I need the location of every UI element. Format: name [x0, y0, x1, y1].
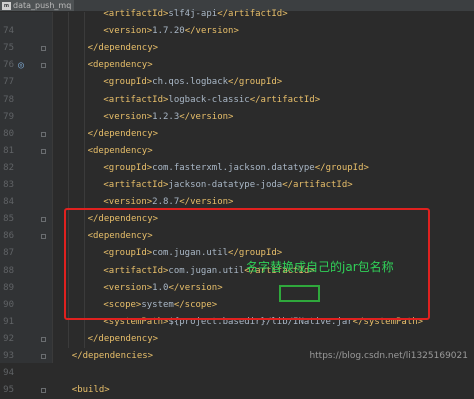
- tab-label: data_push_mq: [13, 1, 72, 10]
- gutter-separator: [52, 12, 53, 363]
- xml-text: 2.8.7: [152, 197, 180, 208]
- line-number: 86: [3, 231, 14, 242]
- fold-marker-icon[interactable]: [41, 46, 46, 52]
- line-number: 81: [3, 145, 14, 156]
- xml-text: slf4j-api: [168, 9, 218, 19]
- fold-marker-icon[interactable]: [41, 148, 46, 154]
- xml-open-tag: <artifactId>: [103, 180, 169, 190]
- code-line: <artifactId>slf4j-api</artifactId>: [103, 6, 287, 23]
- line-number: 79: [3, 111, 14, 122]
- xml-close-tag: </groupId>: [228, 77, 283, 88]
- xml-open-tag: </dependencies>: [71, 351, 154, 361]
- line-number: 82: [3, 162, 14, 173]
- jar-name-highlight-box: [279, 285, 320, 302]
- code-line: <version>1.7.20</version>: [103, 23, 238, 40]
- xml-open-tag: <version>: [103, 111, 153, 122]
- line-number: 93: [3, 351, 14, 361]
- xml-open-tag: <version>: [103, 197, 153, 208]
- xml-open-tag: </dependency>: [87, 333, 159, 344]
- fold-marker-icon[interactable]: [41, 234, 46, 240]
- annotation-text: 名字替换成自己的jar包名称: [246, 260, 394, 274]
- xml-text: ch.qos.logback: [152, 77, 229, 88]
- line-number: 80: [3, 128, 14, 139]
- code-line: </dependency>: [88, 126, 158, 143]
- xml-open-tag: <dependency>: [87, 145, 153, 156]
- line-number: 92: [3, 333, 14, 344]
- line-number: 84: [3, 197, 14, 208]
- code-line: </dependency>: [88, 331, 158, 348]
- code-line: <groupId>com.fasterxml.jackson.datatype<…: [103, 160, 369, 177]
- line-number: 87: [3, 248, 14, 259]
- code-line: <build>: [72, 382, 110, 399]
- xml-open-tag: <groupId>: [103, 162, 153, 173]
- xml-close-tag: </version>: [179, 197, 234, 208]
- xml-text: 1.7.20: [152, 26, 185, 37]
- watermark: https://blog.csdn.net/li1325169021: [309, 351, 468, 361]
- override-marker-icon[interactable]: ◎: [18, 57, 24, 74]
- code-line: </dependencies>: [72, 348, 153, 365]
- xml-close-tag: </artifactId>: [249, 94, 321, 105]
- xml-open-tag: <groupId>: [103, 77, 153, 88]
- code-line: <dependency>: [88, 143, 153, 160]
- xml-text: 1.2.3: [152, 111, 180, 122]
- code-line: </dependency>: [88, 40, 158, 57]
- xml-open-tag: <dependency>: [87, 60, 153, 71]
- xml-open-tag: <version>: [103, 26, 153, 37]
- line-number: 91: [3, 316, 14, 327]
- fold-marker-icon[interactable]: [41, 217, 46, 223]
- line-number: 76: [3, 60, 14, 71]
- xml-open-tag: <build>: [71, 385, 110, 396]
- line-number: [0, 6, 14, 23]
- line-number: 94: [3, 368, 14, 379]
- xml-close-tag: </groupId>: [314, 162, 369, 173]
- code-line: <version>1.2.3</version>: [103, 109, 233, 126]
- line-number: 85: [3, 214, 14, 225]
- fold-marker-icon[interactable]: [41, 336, 46, 342]
- line-number: 89: [3, 282, 14, 293]
- fold-marker-icon[interactable]: [41, 63, 46, 69]
- fold-marker-icon[interactable]: [41, 131, 46, 137]
- line-number: 78: [3, 94, 14, 105]
- xml-close-tag: </artifactId>: [217, 9, 288, 19]
- xml-close-tag: </version>: [179, 111, 234, 122]
- code-line: <dependency>: [88, 57, 153, 74]
- fold-marker-icon[interactable]: [41, 354, 46, 359]
- xml-open-tag: </dependency>: [87, 43, 159, 54]
- line-number: 95: [3, 385, 14, 396]
- line-number: 88: [3, 265, 14, 276]
- xml-close-tag: </version>: [184, 26, 239, 37]
- xml-close-tag: </artifactId>: [282, 180, 353, 190]
- xml-open-tag: </dependency>: [87, 128, 159, 139]
- code-line: <groupId>ch.qos.logback</groupId>: [103, 74, 282, 91]
- line-number: 74: [3, 26, 14, 37]
- code-line: <artifactId>jackson-datatype-joda</artif…: [103, 177, 352, 194]
- fold-marker-icon[interactable]: [41, 388, 46, 394]
- line-number: 90: [3, 299, 14, 310]
- line-number: 77: [3, 77, 14, 88]
- line-number: 83: [3, 180, 14, 190]
- xml-text: com.fasterxml.jackson.datatype: [152, 162, 315, 173]
- line-number: 75: [3, 43, 14, 54]
- xml-text: logback-classic: [168, 94, 250, 105]
- xml-open-tag: <artifactId>: [103, 94, 169, 105]
- xml-open-tag: <artifactId>: [103, 9, 169, 19]
- xml-text: jackson-datatype-joda: [168, 180, 283, 190]
- code-line: <artifactId>logback-classic</artifactId>: [103, 92, 320, 109]
